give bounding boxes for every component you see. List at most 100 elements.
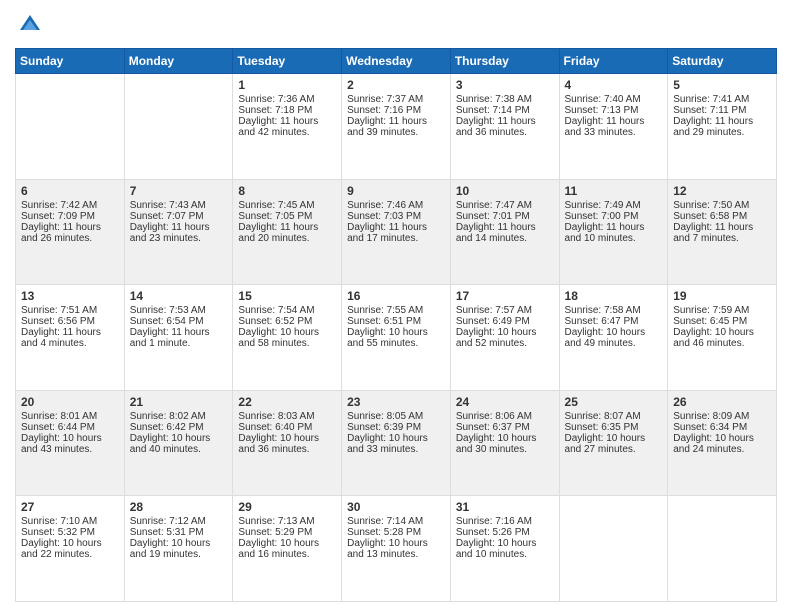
daylight-text: Daylight: 10 hours and 58 minutes. [238,327,336,349]
sunrise-text: Sunrise: 7:50 AM [673,200,771,211]
daylight-text: Daylight: 11 hours and 33 minutes. [565,116,663,138]
day-number: 30 [347,500,445,514]
sunset-text: Sunset: 7:05 PM [238,211,336,222]
calendar-cell [16,74,125,180]
sunrise-text: Sunrise: 8:05 AM [347,411,445,422]
calendar-cell: 29Sunrise: 7:13 AMSunset: 5:29 PMDayligh… [233,496,342,602]
day-number: 3 [456,78,554,92]
day-number: 2 [347,78,445,92]
sunrise-text: Sunrise: 7:14 AM [347,516,445,527]
day-number: 18 [565,289,663,303]
calendar-cell: 13Sunrise: 7:51 AMSunset: 6:56 PMDayligh… [16,285,125,391]
daylight-text: Daylight: 10 hours and 33 minutes. [347,433,445,455]
calendar-cell: 11Sunrise: 7:49 AMSunset: 7:00 PMDayligh… [559,179,668,285]
header [15,10,777,40]
day-header-tuesday: Tuesday [233,49,342,74]
calendar-table: SundayMondayTuesdayWednesdayThursdayFrid… [15,48,777,602]
daylight-text: Daylight: 10 hours and 30 minutes. [456,433,554,455]
sunrise-text: Sunrise: 7:53 AM [130,305,228,316]
sunset-text: Sunset: 6:40 PM [238,422,336,433]
day-number: 26 [673,395,771,409]
sunrise-text: Sunrise: 7:54 AM [238,305,336,316]
sunset-text: Sunset: 7:03 PM [347,211,445,222]
sunrise-text: Sunrise: 7:37 AM [347,94,445,105]
daylight-text: Daylight: 11 hours and 17 minutes. [347,222,445,244]
day-number: 21 [130,395,228,409]
daylight-text: Daylight: 10 hours and 22 minutes. [21,538,119,560]
day-number: 23 [347,395,445,409]
sunset-text: Sunset: 7:01 PM [456,211,554,222]
daylight-text: Daylight: 11 hours and 42 minutes. [238,116,336,138]
day-number: 7 [130,184,228,198]
day-header-friday: Friday [559,49,668,74]
calendar-cell: 1Sunrise: 7:36 AMSunset: 7:18 PMDaylight… [233,74,342,180]
day-number: 1 [238,78,336,92]
daylight-text: Daylight: 11 hours and 7 minutes. [673,222,771,244]
sunrise-text: Sunrise: 7:10 AM [21,516,119,527]
sunset-text: Sunset: 6:56 PM [21,316,119,327]
sunset-text: Sunset: 6:34 PM [673,422,771,433]
sunrise-text: Sunrise: 7:42 AM [21,200,119,211]
daylight-text: Daylight: 10 hours and 46 minutes. [673,327,771,349]
calendar-cell: 5Sunrise: 7:41 AMSunset: 7:11 PMDaylight… [668,74,777,180]
sunset-text: Sunset: 7:13 PM [565,105,663,116]
sunrise-text: Sunrise: 8:07 AM [565,411,663,422]
day-number: 4 [565,78,663,92]
daylight-text: Daylight: 10 hours and 55 minutes. [347,327,445,349]
sunrise-text: Sunrise: 7:13 AM [238,516,336,527]
sunrise-text: Sunrise: 7:38 AM [456,94,554,105]
calendar-cell: 12Sunrise: 7:50 AMSunset: 6:58 PMDayligh… [668,179,777,285]
daylight-text: Daylight: 11 hours and 1 minute. [130,327,228,349]
daylight-text: Daylight: 10 hours and 24 minutes. [673,433,771,455]
daylight-text: Daylight: 11 hours and 29 minutes. [673,116,771,138]
daylight-text: Daylight: 11 hours and 14 minutes. [456,222,554,244]
sunrise-text: Sunrise: 7:36 AM [238,94,336,105]
day-header-wednesday: Wednesday [342,49,451,74]
day-number: 9 [347,184,445,198]
sunset-text: Sunset: 6:42 PM [130,422,228,433]
calendar-cell: 25Sunrise: 8:07 AMSunset: 6:35 PMDayligh… [559,390,668,496]
calendar-cell: 10 Sunrise: 7:47 AMSunset: 7:01 PMDayligh… [450,179,559,285]
daylight-text: Daylight: 10 hours and 52 minutes. [456,327,554,349]
daylight-text: Daylight: 10 hours and 27 minutes. [565,433,663,455]
calendar-cell: 30Sunrise: 7:14 AMSunset: 5:28 PMDayligh… [342,496,451,602]
day-number: 10 [456,184,554,198]
daylight-text: Daylight: 10 hours and 36 minutes. [238,433,336,455]
daylight-text: Daylight: 11 hours and 26 minutes. [21,222,119,244]
calendar-cell: 7Sunrise: 7:43 AMSunset: 7:07 PMDaylight… [124,179,233,285]
day-number: 12 [673,184,771,198]
sunrise-text: Sunrise: 7:41 AM [673,94,771,105]
day-number: 31 [456,500,554,514]
sunrise-text: Sunrise: 8:03 AM [238,411,336,422]
day-number: 15 [238,289,336,303]
sunset-text: Sunset: 6:37 PM [456,422,554,433]
sunrise-text: Sunrise: 8:09 AM [673,411,771,422]
daylight-text: Daylight: 10 hours and 19 minutes. [130,538,228,560]
calendar-cell: 21Sunrise: 8:02 AMSunset: 6:42 PMDayligh… [124,390,233,496]
sunrise-text: Sunrise: 7:58 AM [565,305,663,316]
sunrise-text: Sunrise: 8:02 AM [130,411,228,422]
sunset-text: Sunset: 5:32 PM [21,527,119,538]
sunset-text: Sunset: 6:44 PM [21,422,119,433]
sunrise-text: Sunrise: 7:47 AM [456,200,554,211]
calendar-cell: 8Sunrise: 7:45 AMSunset: 7:05 PMDaylight… [233,179,342,285]
calendar-cell: 17Sunrise: 7:57 AMSunset: 6:49 PMDayligh… [450,285,559,391]
daylight-text: Daylight: 11 hours and 4 minutes. [21,327,119,349]
sunrise-text: Sunrise: 8:06 AM [456,411,554,422]
week-row-1: 1Sunrise: 7:36 AMSunset: 7:18 PMDaylight… [16,74,777,180]
sunrise-text: Sunrise: 7:46 AM [347,200,445,211]
day-number: 29 [238,500,336,514]
day-number: 25 [565,395,663,409]
calendar-cell: 2Sunrise: 7:37 AMSunset: 7:16 PMDaylight… [342,74,451,180]
sunset-text: Sunset: 7:14 PM [456,105,554,116]
logo [15,10,49,40]
day-number: 27 [21,500,119,514]
daylight-text: Daylight: 11 hours and 10 minutes. [565,222,663,244]
sunset-text: Sunset: 5:31 PM [130,527,228,538]
calendar-cell: 18Sunrise: 7:58 AMSunset: 6:47 PMDayligh… [559,285,668,391]
week-row-2: 6Sunrise: 7:42 AMSunset: 7:09 PMDaylight… [16,179,777,285]
sunrise-text: Sunrise: 7:16 AM [456,516,554,527]
calendar-cell: 9 Sunrise: 7:46 AMSunset: 7:03 PMDaylight… [342,179,451,285]
calendar-cell: 23Sunrise: 8:05 AMSunset: 6:39 PMDayligh… [342,390,451,496]
calendar-cell: 4Sunrise: 7:40 AMSunset: 7:13 PMDaylight… [559,74,668,180]
